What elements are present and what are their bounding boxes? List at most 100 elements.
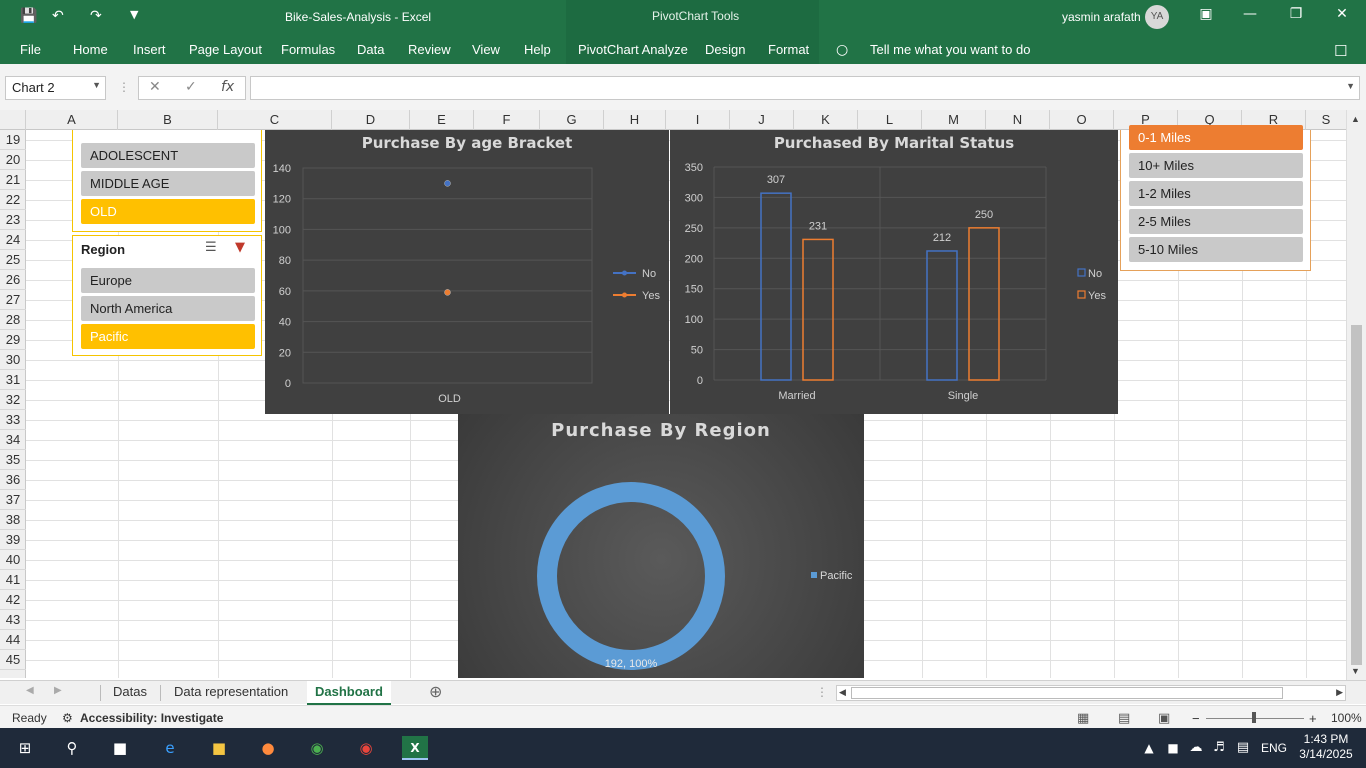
name-box[interactable]: Chart 2 ▼: [5, 76, 106, 100]
row-header[interactable]: 21: [0, 170, 26, 190]
search-icon[interactable]: ⚲: [59, 736, 85, 760]
slicer-item-old[interactable]: OLD: [81, 199, 255, 224]
file-explorer-icon[interactable]: ■: [206, 736, 232, 760]
row-header[interactable]: 28: [0, 310, 26, 330]
region-chart[interactable]: Purchase By Region 192, 100% Pacific: [458, 414, 864, 678]
horizontal-scrollbar[interactable]: ◀ ▶: [836, 685, 1346, 701]
commute-slicer[interactable]: 0-1 Miles 10+ Miles 1-2 Miles 2-5 Miles …: [1120, 125, 1311, 271]
tab-help[interactable]: Help: [524, 42, 551, 57]
row-header[interactable]: 29: [0, 330, 26, 350]
taskbar-clock[interactable]: 1:43 PM 3/14/2025: [1292, 732, 1360, 762]
confirm-icon[interactable]: ✓: [185, 79, 197, 95]
comments-icon[interactable]: ☐: [1334, 42, 1347, 60]
excel-icon[interactable]: X: [402, 736, 428, 760]
marital-status-chart[interactable]: Purchased By Marital Status 0 50 100 150 200…: [670, 130, 1118, 414]
column-header[interactable]: B: [118, 110, 218, 130]
row-header[interactable]: 24: [0, 230, 26, 250]
sheet-tab-datas[interactable]: Datas: [105, 681, 155, 705]
row-header[interactable]: 20: [0, 150, 26, 170]
store-icon[interactable]: ■: [107, 736, 133, 760]
row-header[interactable]: 39: [0, 530, 26, 550]
column-header[interactable]: N: [986, 110, 1050, 130]
show-hidden-icons-icon[interactable]: ▲: [1136, 736, 1162, 760]
tab-insert[interactable]: Insert: [133, 42, 166, 57]
row-header[interactable]: 38: [0, 510, 26, 530]
scroll-thumb[interactable]: [851, 687, 1283, 699]
normal-view-icon[interactable]: ▦: [1077, 711, 1089, 726]
vertical-scrollbar[interactable]: ▲ ▼: [1346, 110, 1366, 680]
column-header[interactable]: I: [666, 110, 730, 130]
row-header[interactable]: 41: [0, 570, 26, 590]
minimize-icon[interactable]: —: [1240, 6, 1260, 26]
region-slicer[interactable]: Region ☰ ▼ Europe North America Pacific: [72, 235, 262, 356]
restore-icon[interactable]: ❐: [1286, 6, 1306, 26]
close-icon[interactable]: ✕: [1332, 6, 1352, 26]
row-header[interactable]: 33: [0, 410, 26, 430]
zoom-slider-thumb[interactable]: [1252, 712, 1256, 723]
column-header[interactable]: O: [1050, 110, 1114, 130]
save-icon[interactable]: 💾: [20, 8, 37, 24]
scroll-left-icon[interactable]: ◀: [839, 687, 846, 698]
user-name[interactable]: yasmin arafath: [1062, 10, 1141, 24]
slicer-item-north-america[interactable]: North America: [81, 296, 255, 321]
expand-formula-icon[interactable]: ▼: [1346, 81, 1355, 91]
redo-icon[interactable]: ↷: [90, 8, 102, 24]
column-header[interactable]: H: [604, 110, 666, 130]
row-header[interactable]: 44: [0, 630, 26, 650]
row-header[interactable]: 42: [0, 590, 26, 610]
drag-handle-icon[interactable]: ⋮: [816, 685, 828, 699]
undo-icon[interactable]: ↶: [52, 8, 64, 24]
avatar[interactable]: YA: [1145, 5, 1169, 29]
insert-function-icon[interactable]: fx: [221, 79, 234, 95]
chrome-profile-icon[interactable]: ◉: [353, 736, 379, 760]
row-header[interactable]: 25: [0, 250, 26, 270]
tab-page-layout[interactable]: Page Layout: [189, 42, 262, 57]
sheet-tab-dashboard[interactable]: Dashboard: [307, 681, 391, 705]
select-all[interactable]: [0, 110, 26, 130]
slicer-item-10-plus-miles[interactable]: 10+ Miles: [1129, 153, 1303, 178]
tab-format[interactable]: Format: [768, 42, 809, 57]
column-header[interactable]: A: [26, 110, 118, 130]
age-slicer[interactable]: ADOLESCENT MIDDLE AGE OLD: [72, 130, 262, 232]
column-header[interactable]: C: [218, 110, 332, 130]
tab-file[interactable]: File: [20, 42, 41, 57]
notifications-icon[interactable]: ▤: [1230, 736, 1256, 760]
row-header[interactable]: 37: [0, 490, 26, 510]
column-header[interactable]: K: [794, 110, 858, 130]
edge-icon[interactable]: e: [157, 736, 183, 760]
scroll-up-icon[interactable]: ▲: [1351, 114, 1360, 124]
column-header[interactable]: M: [922, 110, 986, 130]
volume-icon[interactable]: ♬: [1206, 736, 1232, 760]
multi-select-icon[interactable]: ☰: [205, 240, 217, 255]
slicer-item-middle-age[interactable]: MIDDLE AGE: [81, 171, 255, 196]
cancel-icon[interactable]: ✕: [149, 79, 161, 95]
row-header[interactable]: 22: [0, 190, 26, 210]
slicer-item-pacific[interactable]: Pacific: [81, 324, 255, 349]
input-language[interactable]: ENG: [1257, 736, 1291, 760]
drag-handle-icon[interactable]: ⋮: [118, 80, 130, 94]
row-header[interactable]: 45: [0, 650, 26, 670]
slicer-item-5-10-miles[interactable]: 5-10 Miles: [1129, 237, 1303, 262]
scroll-down-icon[interactable]: ▼: [1351, 666, 1360, 676]
prev-sheet-icon[interactable]: ◀: [26, 685, 34, 696]
row-header[interactable]: 35: [0, 450, 26, 470]
slicer-item-2-5-miles[interactable]: 2-5 Miles: [1129, 209, 1303, 234]
row-header[interactable]: 26: [0, 270, 26, 290]
windows-start-icon[interactable]: ⊞: [12, 736, 38, 760]
column-header[interactable]: F: [474, 110, 540, 130]
scroll-thumb[interactable]: [1351, 325, 1362, 665]
row-header[interactable]: 23: [0, 210, 26, 230]
row-header[interactable]: 36: [0, 470, 26, 490]
row-header[interactable]: 34: [0, 430, 26, 450]
row-header[interactable]: 19: [0, 130, 26, 150]
chevron-down-icon[interactable]: ▼: [92, 80, 101, 90]
slicer-item-europe[interactable]: Europe: [81, 268, 255, 293]
column-header[interactable]: L: [858, 110, 922, 130]
column-header[interactable]: E: [410, 110, 474, 130]
zoom-in-icon[interactable]: +: [1309, 711, 1317, 726]
row-header[interactable]: 43: [0, 610, 26, 630]
column-header[interactable]: S: [1306, 110, 1346, 130]
formula-input[interactable]: ▼: [250, 76, 1360, 100]
slicer-item-adolescent[interactable]: ADOLESCENT: [81, 143, 255, 168]
customize-toolbar-icon[interactable]: ▼: [130, 8, 138, 21]
